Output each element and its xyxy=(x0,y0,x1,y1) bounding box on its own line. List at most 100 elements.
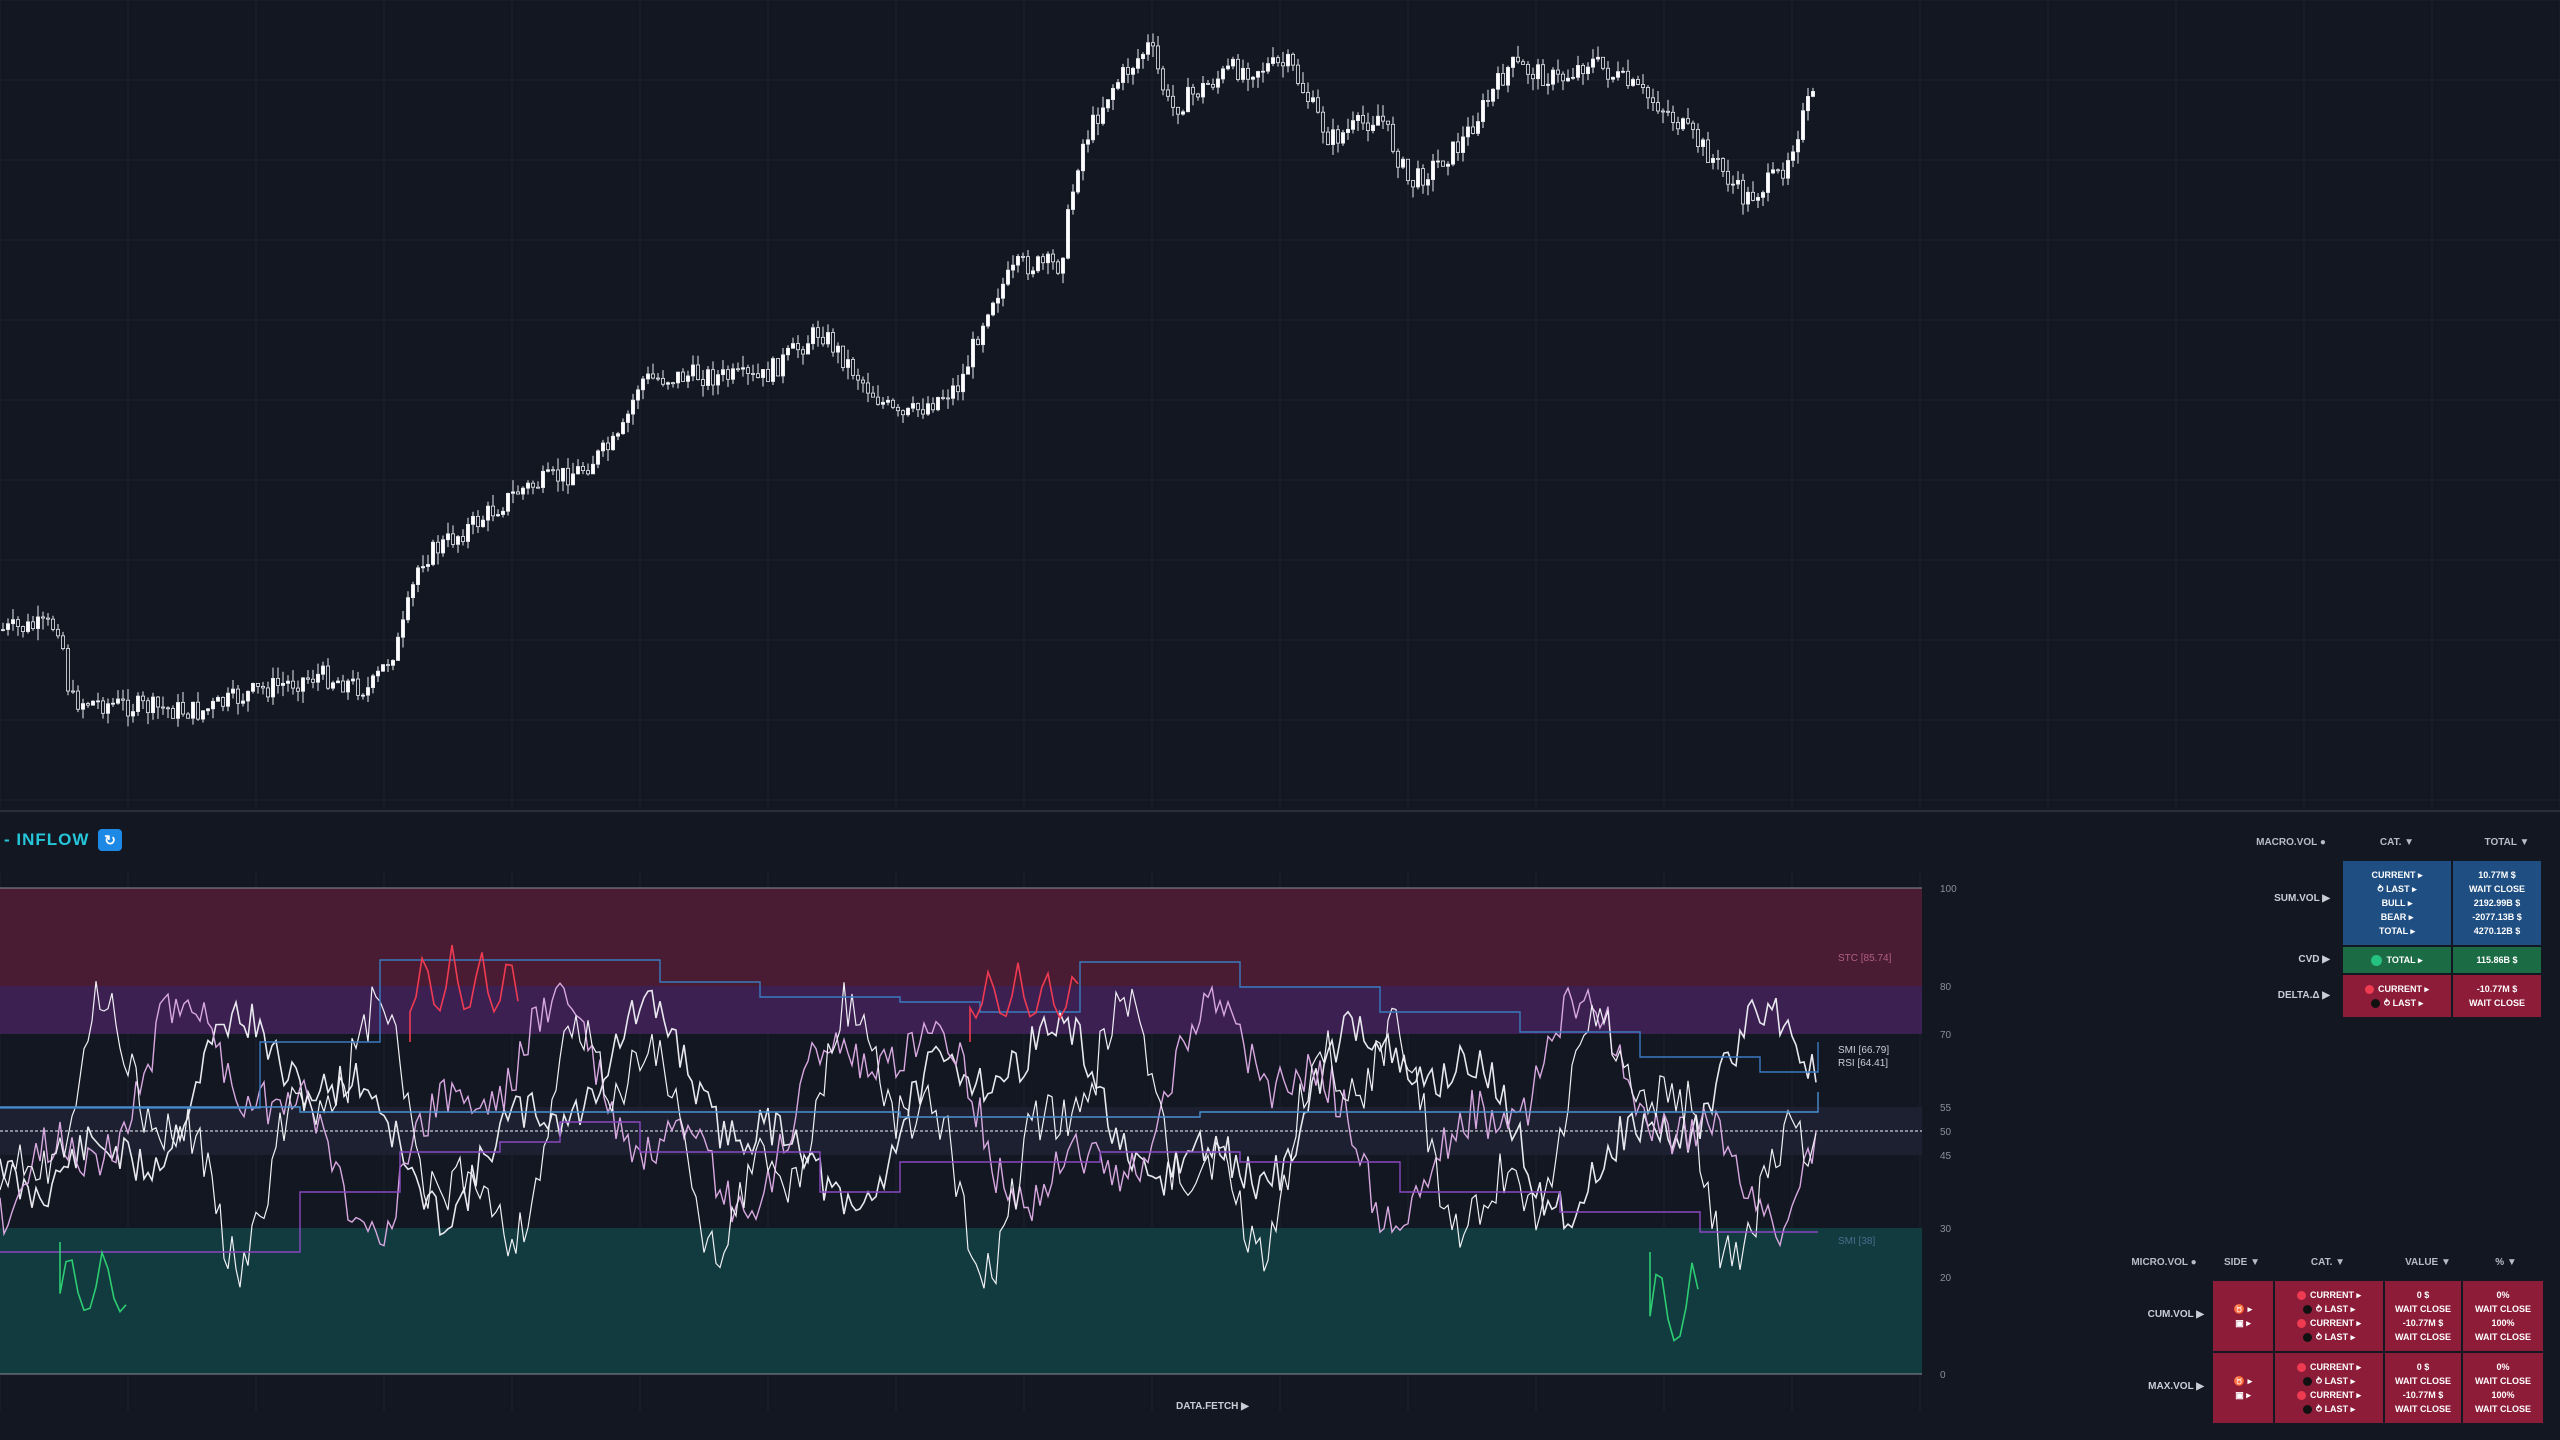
cvd-row-label[interactable]: CVD ▶ xyxy=(2238,954,2330,965)
candle xyxy=(1341,129,1346,146)
refresh-icon[interactable]: ↻ xyxy=(98,829,122,851)
macro-table-title: MACRO.VOL ● xyxy=(2256,837,2326,848)
candle xyxy=(210,697,215,719)
candle xyxy=(1266,57,1271,74)
micro-header-value[interactable]: VALUE ▼ xyxy=(2384,1257,2472,1268)
micro-header-cat[interactable]: CAT. ▼ xyxy=(2274,1257,2382,1268)
candle xyxy=(1471,115,1476,135)
candle xyxy=(1301,72,1306,94)
candle xyxy=(1421,164,1426,194)
candle xyxy=(1386,120,1391,132)
upper-band-zone xyxy=(0,986,1922,1034)
candle xyxy=(831,328,836,357)
candle xyxy=(1561,71,1566,91)
data-fetch-button[interactable]: DATA.FETCH ▶ xyxy=(1176,1401,1249,1412)
candle xyxy=(295,680,300,702)
candle xyxy=(1436,149,1441,169)
candle xyxy=(1106,99,1111,113)
candle xyxy=(1031,266,1036,278)
candle xyxy=(1226,58,1231,71)
candle xyxy=(1331,118,1336,156)
cum-vol-value-cell: 0 $ WAIT CLOSE -10.77M $ WAIT CLOSE xyxy=(2384,1280,2462,1352)
sum-vol-value-cell: 10.77M $ WAIT CLOSE 2192.99B $ -2077.13B… xyxy=(2452,860,2542,946)
sum-vol-cat-bear: BEAR ▸ xyxy=(2380,912,2414,922)
candle xyxy=(135,692,140,716)
candle xyxy=(485,501,490,532)
candle xyxy=(1171,84,1176,117)
candle xyxy=(155,695,160,719)
candlestick-series xyxy=(0,33,1816,727)
candle xyxy=(1666,99,1671,117)
candle xyxy=(716,370,721,395)
micro-header-side[interactable]: SIDE ▼ xyxy=(2212,1257,2272,1268)
candle xyxy=(1736,171,1741,190)
candle xyxy=(1441,160,1446,167)
candle xyxy=(260,681,265,695)
candle xyxy=(1651,88,1656,112)
candle xyxy=(255,682,260,694)
indicator-title[interactable]: - INFLOW xyxy=(4,830,89,850)
candle xyxy=(891,398,896,410)
level-axis: 100 80 70 55 50 45 30 20 0 xyxy=(1940,884,1957,1381)
candle xyxy=(360,693,365,700)
candle xyxy=(1306,82,1311,109)
macro-header-cat[interactable]: CAT. ▼ xyxy=(2343,837,2451,848)
candle xyxy=(1416,160,1421,190)
candle xyxy=(771,356,776,385)
candle xyxy=(1026,249,1031,281)
candle xyxy=(666,381,671,390)
candle xyxy=(1061,257,1066,284)
candle xyxy=(61,631,66,651)
candle xyxy=(41,611,46,630)
candle xyxy=(1671,105,1676,131)
candle xyxy=(150,692,155,720)
candle xyxy=(791,337,796,349)
candle xyxy=(355,671,360,701)
candle xyxy=(691,355,696,382)
candle xyxy=(1291,52,1296,71)
max-vol-row-label[interactable]: MAX.VOL ▶ xyxy=(2112,1381,2204,1392)
candle xyxy=(1801,102,1806,143)
candle xyxy=(1361,105,1366,130)
candle xyxy=(636,385,641,410)
price-grid xyxy=(0,0,2560,808)
price-chart[interactable] xyxy=(0,0,2560,808)
micro-header-pct[interactable]: % ▼ xyxy=(2462,1257,2550,1268)
candle xyxy=(1346,118,1351,140)
candle xyxy=(1326,126,1331,146)
candle xyxy=(971,331,976,379)
candle xyxy=(350,670,355,685)
candle xyxy=(1601,56,1606,71)
candle xyxy=(621,418,626,435)
cvd-category-cell: TOTAL ▸ xyxy=(2342,946,2452,974)
candle xyxy=(901,409,906,423)
cvd-value: 115.86B $ xyxy=(2476,955,2518,965)
candle xyxy=(66,644,71,696)
candle xyxy=(576,459,581,475)
candle xyxy=(6,618,11,636)
candle xyxy=(1521,59,1526,65)
cum-vol-row-label[interactable]: CUM.VOL ▶ xyxy=(2112,1309,2204,1320)
candle xyxy=(190,701,195,725)
candle xyxy=(1271,47,1276,67)
candle xyxy=(1161,65,1166,96)
candle xyxy=(591,455,596,475)
candle xyxy=(1496,66,1501,99)
candle xyxy=(1316,89,1321,114)
candle xyxy=(646,366,651,385)
candle xyxy=(215,695,220,702)
candle xyxy=(1611,76,1616,83)
macro-header-total[interactable]: TOTAL ▼ xyxy=(2453,837,2560,848)
candle xyxy=(1046,251,1051,275)
sum-vol-row-label[interactable]: SUM.VOL ▶ xyxy=(2238,893,2330,904)
oscillator-pane[interactable]: 100 80 70 55 50 45 30 20 0 STC [85.74] SMI [66.7… xyxy=(0,812,2560,1440)
candle xyxy=(526,480,531,495)
candle xyxy=(1246,62,1251,91)
candle xyxy=(951,377,956,406)
delta-row-label[interactable]: DELTA.Δ ▶ xyxy=(2238,990,2330,1001)
level-label: 0 xyxy=(1940,1370,1946,1381)
candle xyxy=(275,667,280,694)
delta-cat-last: ⥁ LAST ▸ xyxy=(2370,996,2423,1010)
candle xyxy=(546,462,551,473)
candle xyxy=(671,381,676,388)
